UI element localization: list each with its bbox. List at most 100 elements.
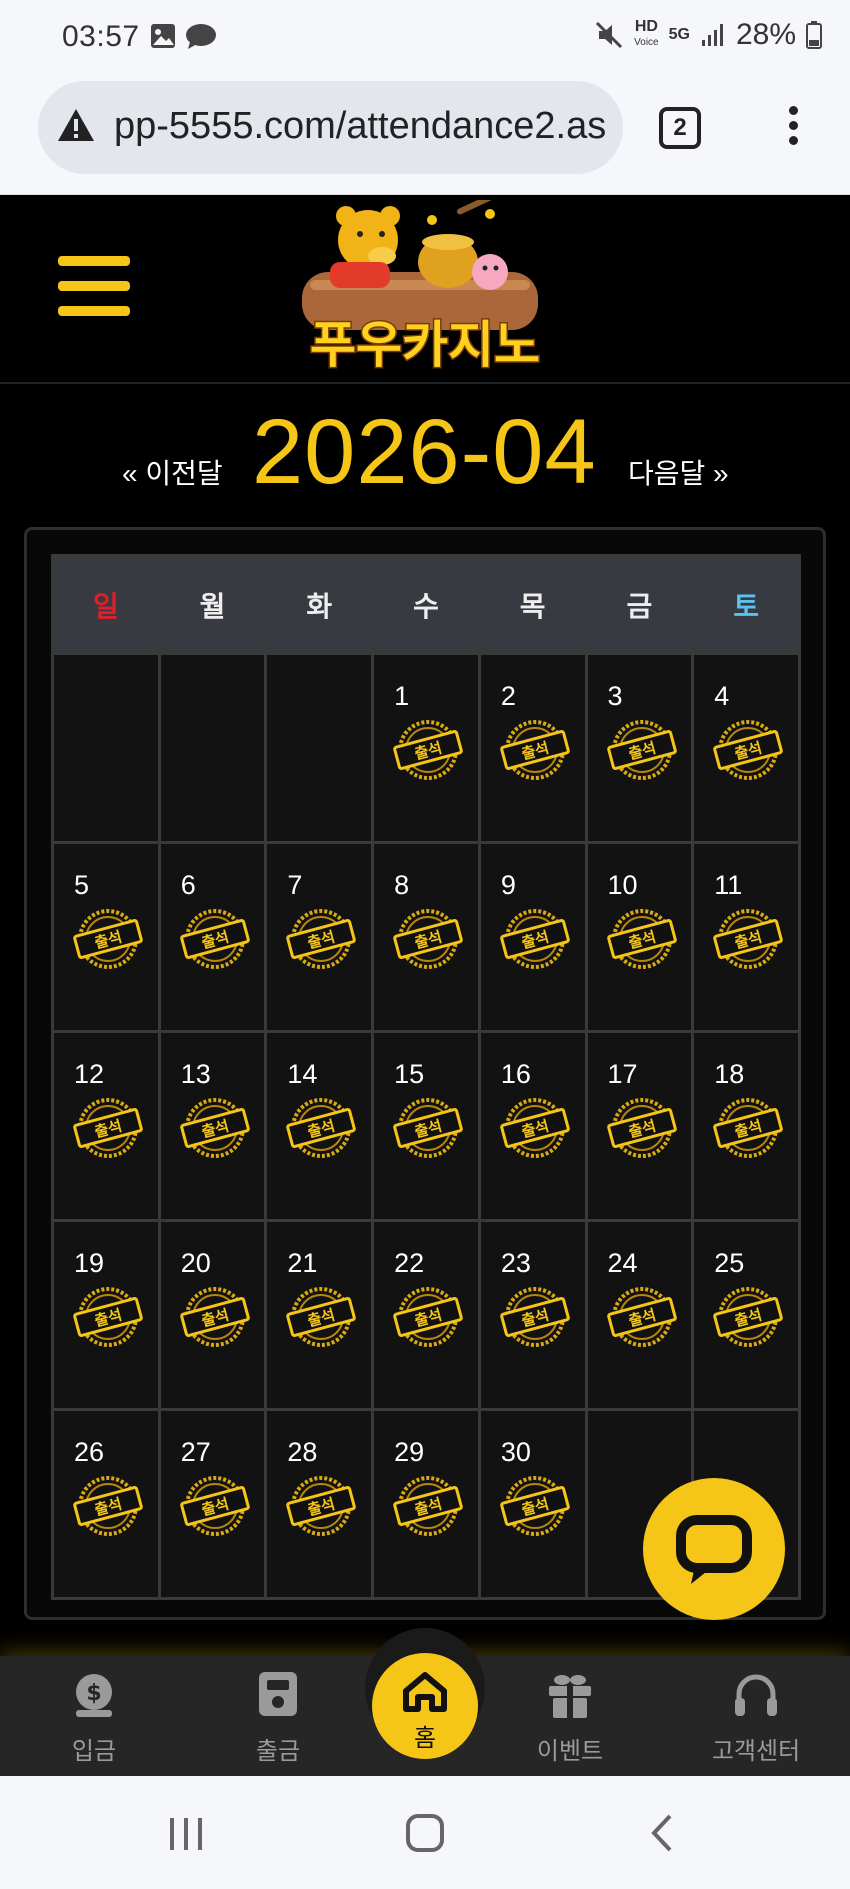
calendar-week-row: 19 출석 20 출석 21 출석 22 출석 23 출석 24 출석 25 출… bbox=[51, 1219, 801, 1411]
attendance-stamp-icon: 출석 bbox=[286, 1098, 357, 1158]
nav-deposit[interactable]: $ 입금 bbox=[24, 1670, 164, 1766]
calendar-day-cell[interactable]: 5 출석 bbox=[51, 841, 161, 1033]
attendance-stamp-icon: 출석 bbox=[606, 1287, 677, 1347]
calendar-day-cell[interactable]: 27 출석 bbox=[157, 1408, 268, 1600]
calendar-day-cell[interactable]: 29 출석 bbox=[371, 1408, 481, 1600]
calendar-empty-cell bbox=[264, 652, 375, 844]
svg-text:$: $ bbox=[86, 1681, 101, 1706]
nav-withdraw[interactable]: 출금 bbox=[208, 1670, 348, 1766]
calendar-empty-cell bbox=[157, 652, 268, 844]
calendar-empty-cell bbox=[51, 652, 161, 844]
calendar-day-cell[interactable]: 17 출석 bbox=[584, 1030, 695, 1222]
nav-withdraw-label: 출금 bbox=[255, 1738, 301, 1765]
next-month-link[interactable]: 다음달 » bbox=[628, 452, 729, 492]
nav-event[interactable]: 이벤트 bbox=[500, 1670, 640, 1766]
attendance-stamp-icon: 출석 bbox=[713, 1098, 784, 1158]
calendar-day-cell[interactable]: 7 출석 bbox=[264, 841, 375, 1033]
attendance-calendar: 일 월 화 수 목 금 토 1 출석 2 출석 3 출석 4 출석 5 출석 6… bbox=[24, 527, 826, 1620]
tab-switcher-button[interactable]: 2 bbox=[659, 107, 701, 149]
day-number: 14 bbox=[287, 1059, 318, 1089]
nav-home[interactable]: 홈 bbox=[372, 1653, 478, 1759]
calendar-day-cell[interactable]: 12 출석 bbox=[51, 1030, 161, 1222]
day-number: 4 bbox=[714, 681, 730, 711]
calendar-day-cell[interactable]: 30 출석 bbox=[477, 1408, 588, 1600]
attendance-stamp-icon: 출석 bbox=[500, 1287, 570, 1347]
calendar-day-cell[interactable]: 2 출석 bbox=[477, 652, 588, 844]
browser-toolbar: pp-5555.com/attendance2.as 2 bbox=[0, 72, 850, 195]
day-number: 5 bbox=[74, 870, 90, 900]
calendar-day-cell[interactable]: 11 출석 bbox=[691, 841, 801, 1033]
attendance-stamp-icon: 출석 bbox=[500, 909, 570, 969]
day-number: 6 bbox=[180, 870, 196, 900]
warning-icon[interactable] bbox=[56, 107, 96, 143]
calendar-day-cell[interactable]: 1 출석 bbox=[371, 652, 481, 844]
calendar-day-cell[interactable]: 24 출석 bbox=[584, 1219, 695, 1411]
nav-event-label: 이벤트 bbox=[536, 1738, 604, 1765]
calendar-day-cell[interactable]: 3 출석 bbox=[584, 652, 695, 844]
calendar-week-row: 5 출석 6 출석 7 출석 8 출석 9 출석 10 출석 11 출석 bbox=[51, 841, 801, 1033]
prev-month-link[interactable]: « 이전달 bbox=[122, 452, 223, 492]
network-5g-icon: 5G bbox=[668, 26, 690, 43]
attendance-stamp-icon: 출석 bbox=[500, 1476, 570, 1536]
attendance-stamp-icon: 출석 bbox=[500, 720, 570, 780]
attendance-stamp-icon: 출석 bbox=[73, 1098, 143, 1158]
calendar-day-cell[interactable]: 14 출석 bbox=[264, 1030, 375, 1222]
day-number: 15 bbox=[394, 1059, 425, 1089]
browser-menu-icon[interactable] bbox=[779, 106, 807, 154]
calendar-day-cell[interactable]: 26 출석 bbox=[51, 1408, 161, 1600]
attendance-stamp-icon: 출석 bbox=[179, 1098, 250, 1158]
address-bar[interactable]: pp-5555.com/attendance2.as bbox=[38, 81, 623, 174]
weekday-mon: 월 bbox=[157, 554, 268, 655]
attendance-stamp-icon: 출석 bbox=[393, 720, 463, 780]
attendance-stamp-icon: 출석 bbox=[606, 1098, 677, 1158]
attendance-stamp-icon: 출석 bbox=[286, 909, 357, 969]
calendar-day-cell[interactable]: 25 출석 bbox=[691, 1219, 801, 1411]
day-number: 17 bbox=[607, 1059, 638, 1089]
safe-icon bbox=[259, 1672, 297, 1716]
weekday-header-row: 일 월 화 수 목 금 토 bbox=[51, 554, 801, 655]
attendance-stamp-icon: 출석 bbox=[393, 1098, 463, 1158]
calendar-day-cell[interactable]: 9 출석 bbox=[477, 841, 588, 1033]
site-header: 푸우카지노 bbox=[0, 196, 850, 384]
hamburger-menu-icon[interactable] bbox=[58, 256, 130, 318]
system-home-icon[interactable] bbox=[404, 1812, 446, 1854]
recent-apps-icon[interactable] bbox=[166, 1814, 206, 1854]
calendar-day-cell[interactable]: 13 출석 bbox=[157, 1030, 268, 1222]
calendar-day-cell[interactable]: 28 출석 bbox=[264, 1408, 375, 1600]
calendar-day-cell[interactable]: 4 출석 bbox=[691, 652, 801, 844]
month-navigation: « 이전달 2026-04 다음달 » bbox=[0, 390, 850, 520]
attendance-stamp-icon: 출석 bbox=[179, 909, 250, 969]
chat-bubble-icon bbox=[186, 24, 216, 49]
calendar-week-row: 12 출석 13 출석 14 출석 15 출석 16 출석 17 출석 18 출… bbox=[51, 1030, 801, 1222]
calendar-day-cell[interactable]: 15 출석 bbox=[371, 1030, 481, 1222]
day-number: 26 bbox=[74, 1437, 105, 1467]
calendar-day-cell[interactable]: 23 출석 bbox=[477, 1219, 588, 1411]
calendar-day-cell[interactable]: 8 출석 bbox=[371, 841, 481, 1033]
calendar-day-cell[interactable]: 20 출석 bbox=[157, 1219, 268, 1411]
nav-support[interactable]: 고객센터 bbox=[686, 1670, 826, 1766]
attendance-stamp-icon: 출석 bbox=[500, 1098, 570, 1158]
back-icon[interactable] bbox=[648, 1812, 676, 1854]
day-number: 24 bbox=[607, 1248, 638, 1278]
calendar-day-cell[interactable]: 18 출석 bbox=[691, 1030, 801, 1222]
url-text[interactable]: pp-5555.com/attendance2.as bbox=[114, 105, 606, 148]
logo-text: 푸우카지노 bbox=[310, 316, 540, 374]
chat-button[interactable] bbox=[643, 1478, 785, 1620]
calendar-day-cell[interactable]: 21 출석 bbox=[264, 1219, 375, 1411]
signal-icon bbox=[701, 24, 723, 46]
calendar-day-cell[interactable]: 10 출석 bbox=[584, 841, 695, 1033]
day-number: 16 bbox=[500, 1059, 531, 1089]
weekday-thu: 목 bbox=[477, 554, 588, 655]
calendar-day-cell[interactable]: 6 출석 bbox=[157, 841, 268, 1033]
attendance-stamp-icon: 출석 bbox=[393, 909, 463, 969]
site-logo[interactable]: 푸우카지노 bbox=[290, 200, 560, 380]
weekday-sat: 토 bbox=[691, 554, 801, 655]
attendance-stamp-icon: 출석 bbox=[179, 1287, 250, 1347]
money-bag-icon: $ bbox=[76, 1674, 112, 1717]
gallery-icon bbox=[151, 24, 175, 48]
calendar-day-cell[interactable]: 22 출석 bbox=[371, 1219, 481, 1411]
calendar-day-cell[interactable]: 19 출석 bbox=[51, 1219, 161, 1411]
day-number: 3 bbox=[607, 681, 623, 711]
calendar-day-cell[interactable]: 16 출석 bbox=[477, 1030, 588, 1222]
status-bar: 03:57 HD Voice 5G 28% bbox=[0, 0, 850, 72]
